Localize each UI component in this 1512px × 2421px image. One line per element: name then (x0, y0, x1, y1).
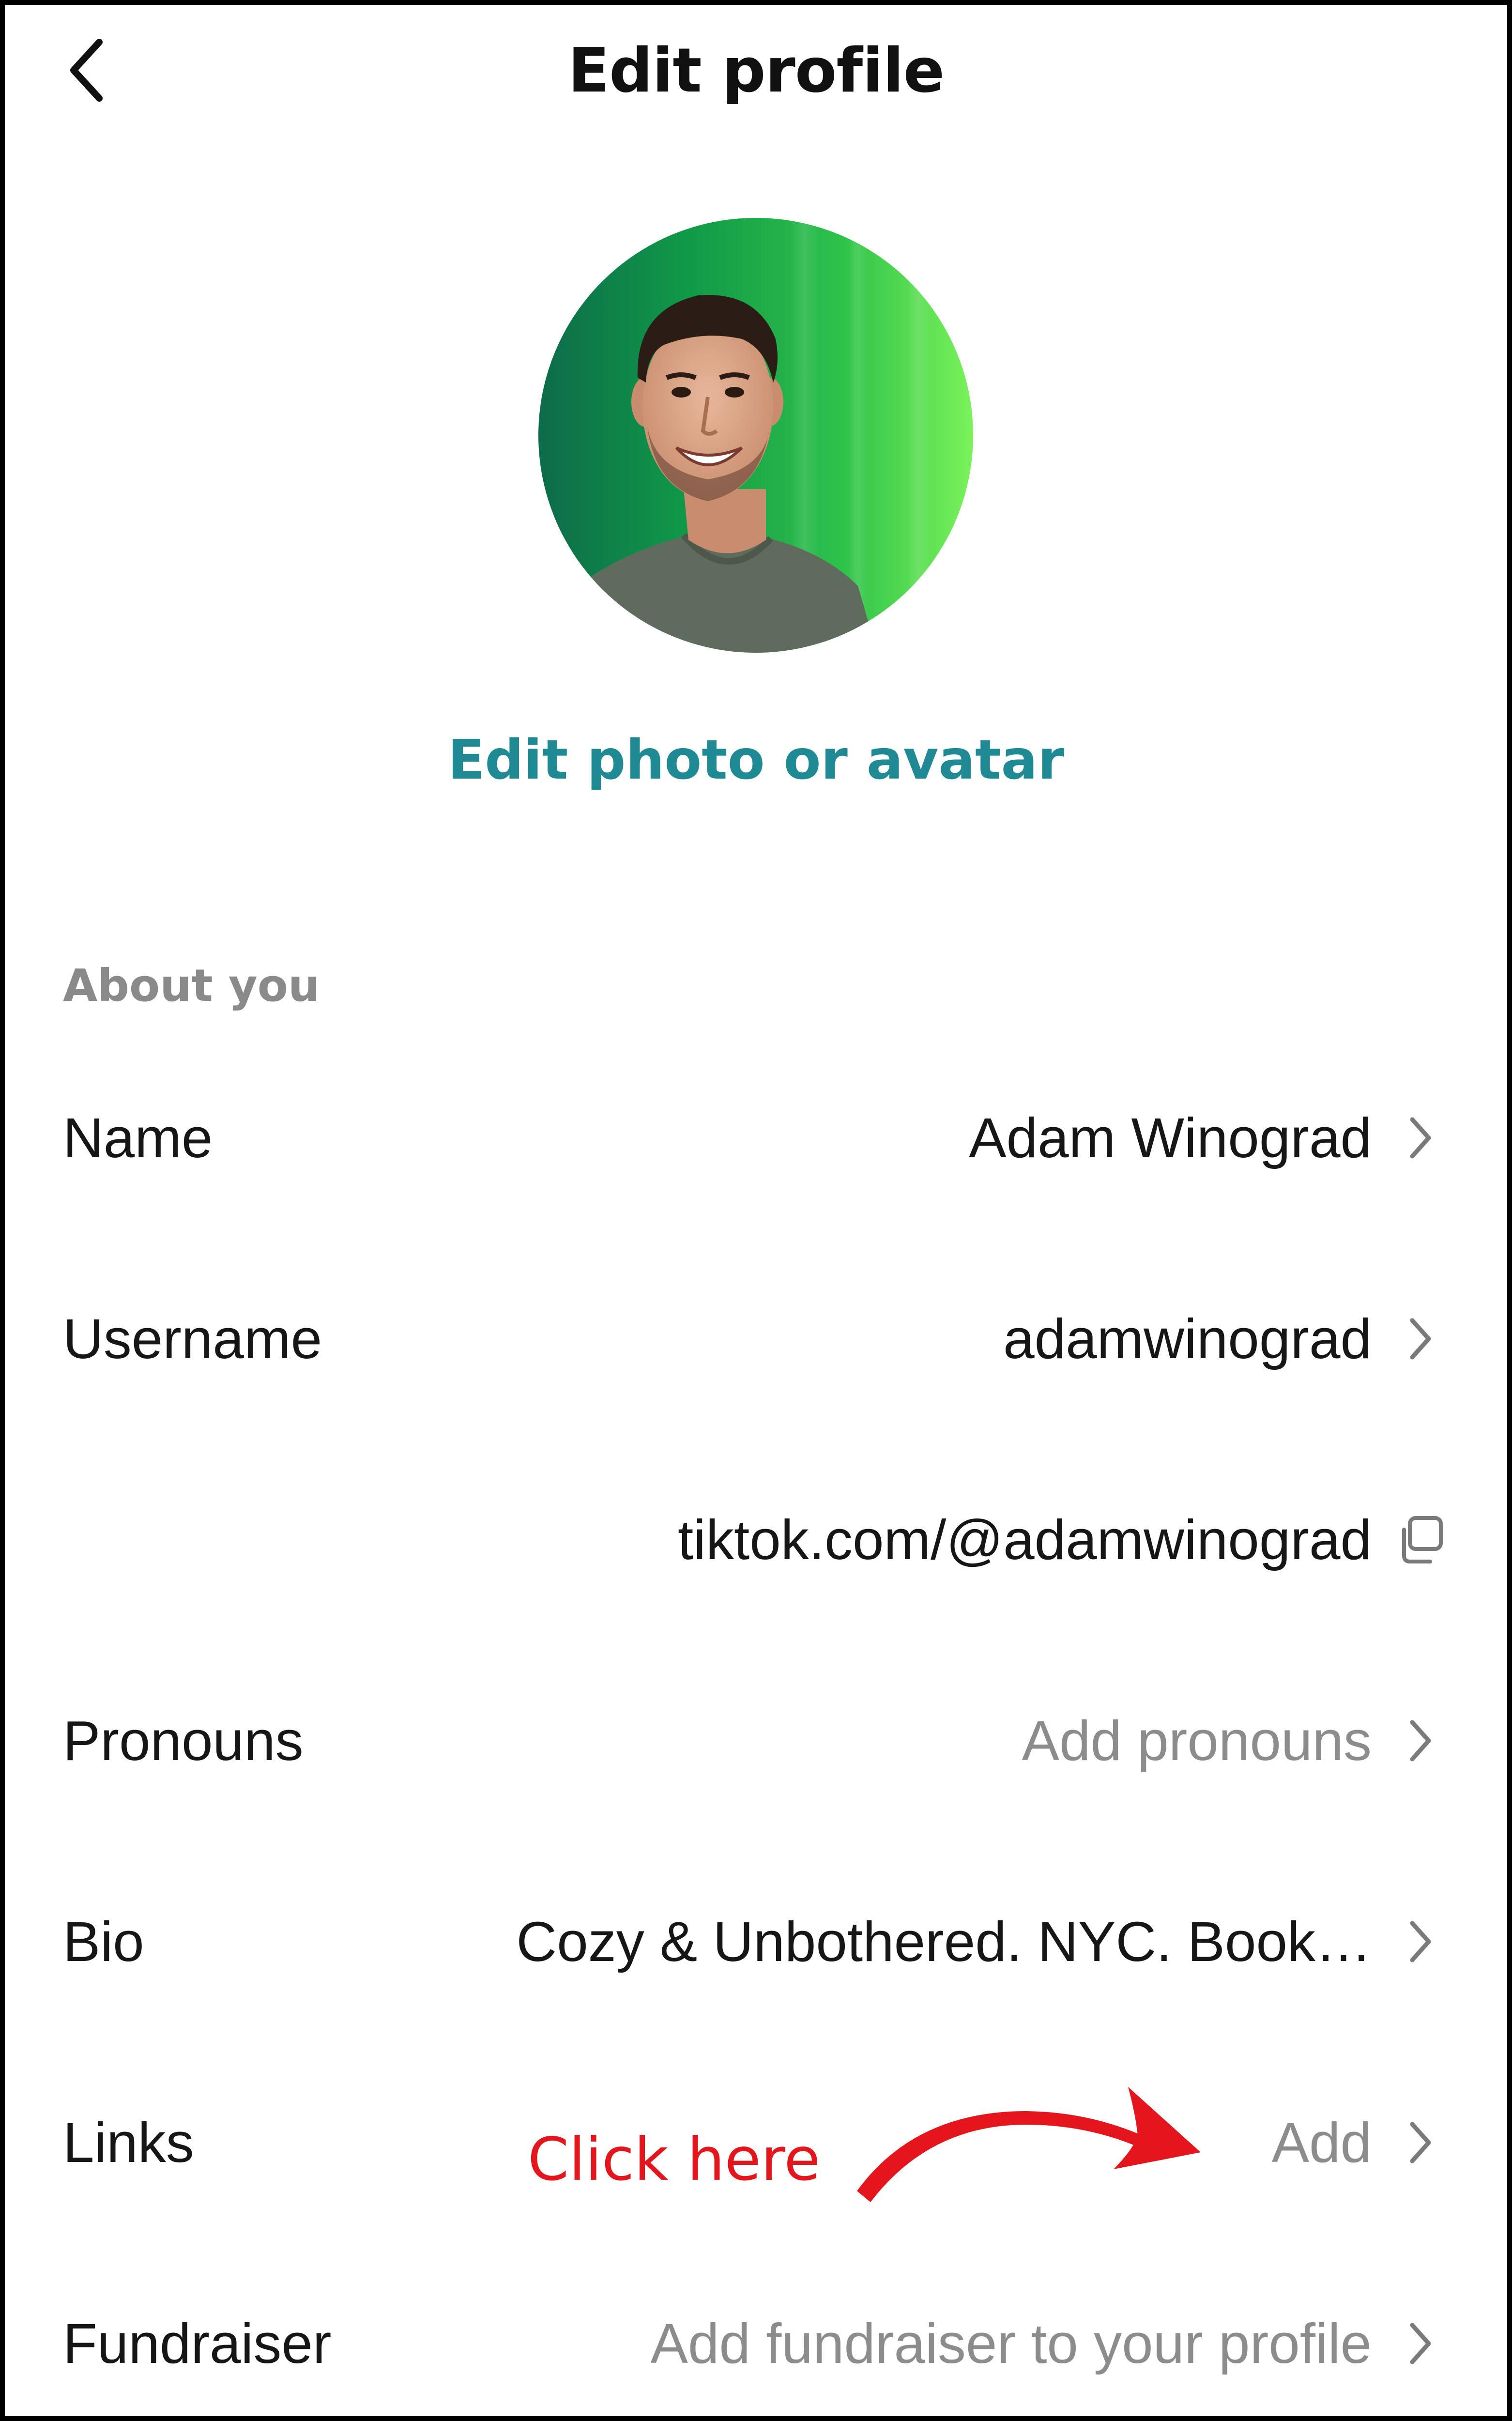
row-label: Links (63, 2111, 194, 2174)
row-value: Adam Winograd (969, 1106, 1372, 1169)
chevron-right-icon (1386, 2281, 1454, 2406)
section-label-about-you: About you (63, 959, 320, 1011)
row-username[interactable]: Username adamwinograd (0, 1276, 1512, 1402)
row-label: Username (63, 1307, 322, 1370)
profile-photo (538, 218, 973, 653)
avatar[interactable] (538, 218, 973, 653)
page-title: Edit profile (567, 34, 945, 106)
row-name[interactable]: Name Adam Winograd (0, 1075, 1512, 1201)
row-value: Add (1271, 2111, 1372, 2174)
row-value: Add fundraiser to your profile (650, 2312, 1372, 2375)
curved-arrow-icon (857, 2087, 1201, 2202)
row-value: adamwinograd (1003, 1307, 1372, 1370)
row-bio[interactable]: Bio Cozy & Unbothered. NYC. Book… (0, 1879, 1512, 2005)
profile-url: tiktok.com/@adamwinograd (677, 1508, 1372, 1571)
annotation-click-here: Click here (528, 2125, 821, 2194)
chevron-right-icon (1386, 2080, 1454, 2206)
chevron-right-icon (1386, 1879, 1454, 2005)
chevron-right-icon (1386, 1276, 1454, 1402)
chevron-right-icon (1386, 1678, 1454, 1804)
row-label: Pronouns (63, 1709, 304, 1772)
edit-photo-link[interactable]: Edit photo or avatar (0, 717, 1512, 804)
row-value: Cozy & Unbothered. NYC. Book… (516, 1910, 1372, 1973)
row-pronouns[interactable]: Pronouns Add pronouns (0, 1678, 1512, 1804)
row-label: Bio (63, 1910, 144, 1973)
chevron-right-icon (1386, 1075, 1454, 1201)
row-profile-link[interactable]: tiktok.com/@adamwinograd (0, 1477, 1512, 1603)
row-value: Add pronouns (1022, 1709, 1372, 1772)
copy-icon[interactable] (1386, 1477, 1454, 1603)
row-label: Name (63, 1106, 213, 1169)
row-label: Fundraiser (63, 2312, 332, 2375)
row-fundraiser[interactable]: Fundraiser Add fundraiser to your profil… (0, 2281, 1512, 2406)
